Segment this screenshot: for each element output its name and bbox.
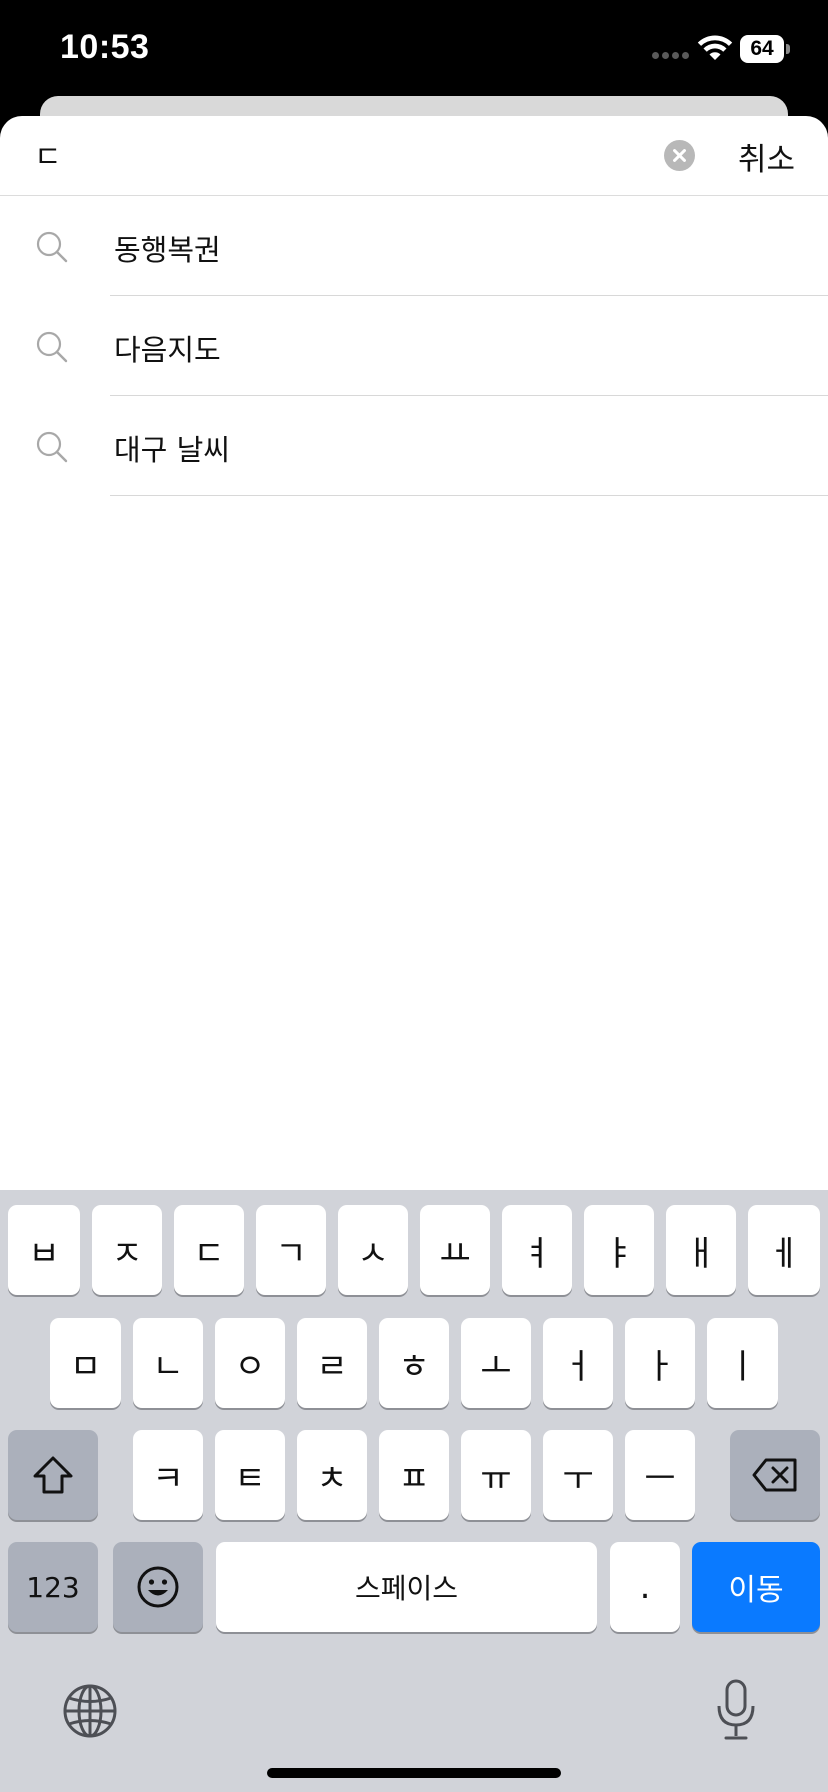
suggestion-label: 대구 날씨 [114, 433, 230, 467]
battery-level: 64 [750, 37, 774, 60]
key[interactable]: ㅂ [8, 1205, 80, 1295]
emoji-icon [137, 1566, 179, 1608]
key[interactable]: ㅓ [543, 1318, 613, 1408]
globe-icon[interactable] [62, 1683, 118, 1739]
key[interactable]: ㅅ [338, 1205, 408, 1295]
suggestion-item[interactable]: 대구 날씨 [0, 396, 828, 496]
key[interactable]: ㅈ [92, 1205, 162, 1295]
key[interactable]: ㄷ [174, 1205, 244, 1295]
key[interactable]: ㅎ [379, 1318, 449, 1408]
home-indicator [267, 1768, 561, 1778]
numbers-key[interactable]: 123 [8, 1542, 98, 1632]
microphone-icon[interactable] [714, 1678, 758, 1742]
emoji-key[interactable] [113, 1542, 203, 1632]
key[interactable]: ㅐ [666, 1205, 736, 1295]
key[interactable]: ㅌ [215, 1430, 285, 1520]
key[interactable]: ㅏ [625, 1318, 695, 1408]
suggestion-item[interactable]: 동행복권 [0, 196, 828, 296]
wifi-icon [697, 35, 733, 60]
key[interactable]: ㅑ [584, 1205, 654, 1295]
cancel-button[interactable]: 취소 [738, 134, 795, 179]
suggestion-label: 다음지도 [114, 333, 221, 367]
search-icon [36, 431, 68, 463]
key[interactable]: ㅍ [379, 1430, 449, 1520]
status-time: 10:53 [60, 28, 150, 66]
key[interactable]: ㅁ [50, 1318, 121, 1408]
key[interactable]: ㅇ [215, 1318, 285, 1408]
go-key[interactable]: 이동 [692, 1542, 820, 1632]
key[interactable]: ㄹ [297, 1318, 367, 1408]
key[interactable]: ㅠ [461, 1430, 531, 1520]
search-input[interactable]: ㄷ [34, 132, 62, 176]
cellular-signal-icon [652, 52, 689, 59]
keyboard: ㅂ ㅈ ㄷ ㄱ ㅅ ㅛ ㅕ ㅑ ㅐ ㅔ ㅁ ㄴ ㅇ ㄹ ㅎ ㅗ ㅓ ㅏ ㅣ ㅋ … [0, 1190, 828, 1792]
clear-search-button[interactable] [664, 140, 695, 171]
key[interactable]: ㄱ [256, 1205, 326, 1295]
key[interactable]: ㅗ [461, 1318, 531, 1408]
key[interactable]: ㅜ [543, 1430, 613, 1520]
shift-icon [33, 1456, 73, 1494]
backspace-icon [752, 1458, 797, 1492]
shift-key[interactable] [8, 1430, 98, 1520]
key[interactable]: ㅊ [297, 1430, 367, 1520]
period-key[interactable]: . [610, 1542, 680, 1632]
key[interactable]: ㅡ [625, 1430, 695, 1520]
suggestion-list: 동행복권 다음지도 대구 날씨 [0, 196, 828, 496]
suggestion-item[interactable]: 다음지도 [0, 296, 828, 396]
key[interactable]: ㅕ [502, 1205, 572, 1295]
search-icon [36, 331, 68, 363]
search-icon [36, 231, 68, 263]
key[interactable]: ㅋ [133, 1430, 203, 1520]
status-bar: 10:53 64 [0, 0, 828, 100]
suggestion-label: 동행복권 [114, 233, 221, 267]
delete-key[interactable] [730, 1430, 820, 1520]
space-key[interactable]: 스페이스 [216, 1542, 597, 1632]
key[interactable]: ㅛ [420, 1205, 490, 1295]
key[interactable]: ㅣ [707, 1318, 778, 1408]
search-bar: ㄷ 취소 [0, 116, 828, 196]
divider [110, 494, 828, 496]
battery-icon: 64 [740, 35, 790, 63]
key[interactable]: ㅔ [748, 1205, 820, 1295]
key[interactable]: ㄴ [133, 1318, 203, 1408]
